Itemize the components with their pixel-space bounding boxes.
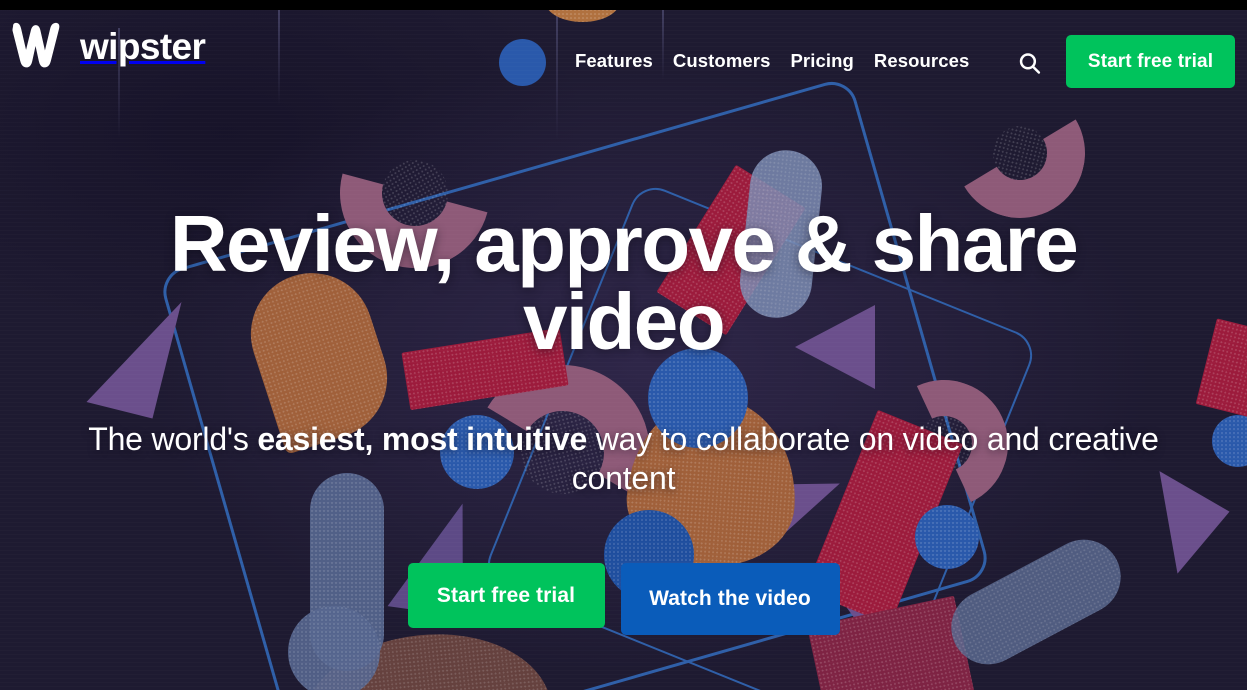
shape-blue-circle-bottom-right <box>915 505 979 569</box>
nav-resources[interactable]: Resources <box>864 50 980 72</box>
hero-headline: Review, approve & share video <box>0 204 1247 362</box>
nav-customers[interactable]: Customers <box>663 50 781 72</box>
nav-pricing[interactable]: Pricing <box>780 50 863 72</box>
hero-headline-line-2: video <box>523 277 726 367</box>
top-letterbox-bar <box>0 0 1247 10</box>
hero-subheadline: The world's easiest, most intuitive way … <box>78 420 1169 498</box>
subhead-prefix: The world's <box>88 421 258 457</box>
primary-navigation: Features Customers Pricing Resources <box>575 50 979 72</box>
subhead-suffix: way to collaborate on video and creative… <box>571 421 1159 497</box>
subhead-emphasis: easiest, most intuitive <box>257 421 588 457</box>
hero-headline-line-1: Review, approve & share <box>169 199 1079 288</box>
hero-watch-the-video-button[interactable]: Watch the video <box>620 563 840 635</box>
nav-features[interactable]: Features <box>575 50 663 72</box>
brand-logo[interactable]: wipster <box>10 22 206 70</box>
shape-blue-circle-right <box>1212 415 1247 467</box>
shape-purple-sliver-far-right <box>1159 460 1239 574</box>
page-root: wipster Features Customers Pricing Resou… <box>0 0 1247 690</box>
brand-name: wipster <box>80 25 206 67</box>
search-icon[interactable] <box>1012 46 1046 80</box>
hero-start-free-trial-button[interactable]: Start free trial <box>407 563 605 628</box>
header-start-free-trial-button[interactable]: Start free trial <box>1066 35 1235 88</box>
wipster-w-logomark <box>10 22 68 70</box>
hero-cta-group: Start free trial Watch the video <box>0 563 1247 635</box>
site-header: wipster Features Customers Pricing Resou… <box>0 10 1247 92</box>
